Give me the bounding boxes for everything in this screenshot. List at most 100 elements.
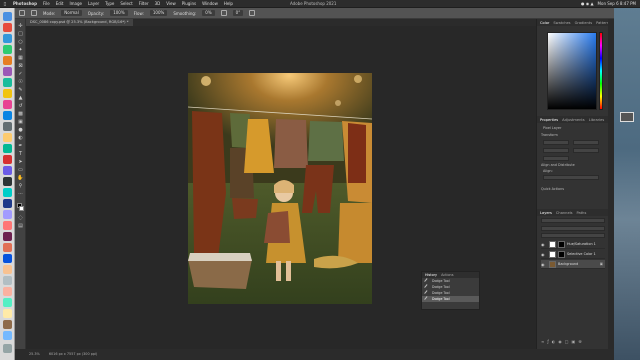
angle-field-2[interactable]	[543, 156, 569, 161]
eyedropper-tool-icon[interactable]: ✓	[17, 71, 24, 77]
menu-filter[interactable]: Filter	[136, 1, 152, 6]
lightroom-icon[interactable]	[3, 210, 12, 219]
history-brush-tool-icon[interactable]: ↺	[17, 103, 24, 109]
quick-select-tool-icon[interactable]: ✦	[17, 47, 24, 53]
x-field[interactable]	[543, 148, 569, 153]
calendar-icon[interactable]	[3, 155, 12, 164]
eye-icon[interactable]: ◉	[541, 260, 545, 269]
transform-section[interactable]: Transform	[541, 133, 558, 137]
eye-icon[interactable]: ◉	[541, 240, 545, 249]
app-icon-9[interactable]	[3, 309, 12, 318]
pen-tool-icon[interactable]: ✒	[17, 143, 24, 149]
height-field[interactable]	[573, 140, 599, 145]
tab-swatches[interactable]: Swatches	[553, 21, 570, 25]
lock-fill-bar[interactable]	[541, 233, 605, 238]
menu-plugins[interactable]: Plugins	[179, 1, 199, 6]
menu-help[interactable]: Help	[221, 1, 236, 6]
app-icon[interactable]	[3, 67, 12, 76]
gradient-tool-icon[interactable]: ▣	[17, 119, 24, 125]
finder-icon[interactable]	[3, 12, 12, 21]
move-tool-icon[interactable]: ✢	[17, 23, 24, 29]
smoothing-field[interactable]: 0%	[202, 10, 215, 16]
brush-tool-icon[interactable]	[31, 10, 37, 16]
app-icon-3[interactable]	[3, 221, 12, 230]
layer-filter-bar[interactable]	[541, 218, 605, 223]
apple-icon[interactable]: 	[0, 1, 10, 6]
menu-layer[interactable]: Layer	[85, 1, 102, 6]
status-icons[interactable]: ● ◉ ▲	[581, 1, 594, 6]
terminal-icon[interactable]	[3, 177, 12, 186]
podcasts-icon[interactable]	[3, 166, 12, 175]
app-icon-5[interactable]	[3, 254, 12, 263]
tab-color[interactable]: Color	[540, 21, 549, 25]
opacity-field[interactable]: 100%	[110, 10, 128, 16]
launchpad-icon[interactable]	[3, 23, 12, 32]
notes-icon[interactable]	[3, 89, 12, 98]
layer-row[interactable]: ◉ Selective Color 1	[541, 250, 605, 259]
settings-gear-icon[interactable]	[220, 10, 227, 16]
menu-type[interactable]: Type	[102, 1, 117, 6]
y-field[interactable]	[573, 148, 599, 153]
app-icon-4[interactable]	[3, 243, 12, 252]
menu-window[interactable]: Window	[199, 1, 221, 6]
tab-adjustments[interactable]: Adjustments	[562, 118, 585, 122]
dodge-tool-icon[interactable]: ◐	[17, 135, 24, 141]
eraser-tool-icon[interactable]: ▩	[17, 111, 24, 117]
home-icon[interactable]	[19, 10, 25, 16]
align-buttons[interactable]	[543, 175, 599, 180]
menu-view[interactable]: View	[163, 1, 179, 6]
tab-layers[interactable]: Layers	[540, 211, 552, 215]
zoom-level[interactable]: 25.3%	[29, 352, 40, 356]
healing-brush-tool-icon[interactable]: ☉	[17, 79, 24, 85]
clone-stamp-tool-icon[interactable]: ▲	[17, 95, 24, 101]
marquee-tool-icon[interactable]: □	[17, 31, 24, 37]
hand-tool-icon[interactable]: ✋	[17, 175, 24, 181]
app-icon-6[interactable]	[3, 276, 12, 285]
brush-tool-icon-2[interactable]: ✎	[17, 87, 24, 93]
history-item-selected[interactable]: Dodge Tool	[422, 296, 479, 302]
shape-tool-icon[interactable]: ▭	[17, 167, 24, 173]
blur-tool-icon[interactable]: ●	[17, 127, 24, 133]
menu-file[interactable]: File	[40, 1, 53, 6]
chrome-icon[interactable]	[3, 265, 12, 274]
app-icon-7[interactable]	[3, 287, 12, 296]
photo-thumb-icon[interactable]	[3, 320, 12, 329]
document-tab[interactable]: DSC_0086 copy.psd @ 25.3% (Background, R…	[26, 19, 133, 26]
align-section[interactable]: Align and Distribute	[541, 163, 575, 167]
quick-actions-section[interactable]: Quick Actions	[541, 187, 564, 191]
menu-edit[interactable]: Edit	[53, 1, 67, 6]
premiere-icon[interactable]	[3, 232, 12, 241]
background-color-swatch[interactable]	[19, 206, 24, 211]
lock-icon[interactable]: ▣	[600, 260, 603, 269]
photos-icon[interactable]	[3, 56, 12, 65]
desktop-file-icon[interactable]	[620, 112, 634, 122]
lasso-tool-icon[interactable]: ○	[17, 39, 24, 45]
menu-image[interactable]: Image	[66, 1, 85, 6]
menu-3d[interactable]: 3D	[152, 1, 164, 6]
messages-icon[interactable]	[3, 45, 12, 54]
tab-libraries[interactable]: Libraries	[589, 118, 605, 122]
menu-select[interactable]: Select	[117, 1, 135, 6]
quick-mask-icon[interactable]: ◌	[17, 215, 24, 221]
crop-tool-icon[interactable]: ▦	[17, 55, 24, 61]
app-icon-2[interactable]	[3, 188, 12, 197]
safari-icon[interactable]	[3, 34, 12, 43]
photoshop-icon[interactable]	[3, 199, 12, 208]
blend-opacity-bar[interactable]	[541, 226, 605, 231]
type-tool-icon[interactable]: T	[17, 151, 24, 157]
flow-field[interactable]: 100%	[149, 10, 168, 16]
width-field[interactable]	[543, 140, 569, 145]
tab-channels[interactable]: Channels	[556, 211, 573, 215]
tab-paths[interactable]: Paths	[577, 211, 587, 215]
appstore-icon[interactable]	[3, 111, 12, 120]
path-select-tool-icon[interactable]: ➤	[17, 159, 24, 165]
facetime-icon[interactable]	[3, 78, 12, 87]
maps-icon[interactable]	[3, 144, 12, 153]
pressure-icon[interactable]	[249, 10, 256, 16]
layer-row[interactable]: ◉ Hue/Saturation 1	[541, 240, 605, 249]
eye-icon[interactable]: ◉	[541, 250, 545, 259]
downloads-icon[interactable]	[3, 331, 12, 340]
music-icon[interactable]	[3, 100, 12, 109]
menu-app-name[interactable]: Photoshop	[10, 1, 40, 6]
angle-field[interactable]: 0°	[232, 10, 244, 16]
